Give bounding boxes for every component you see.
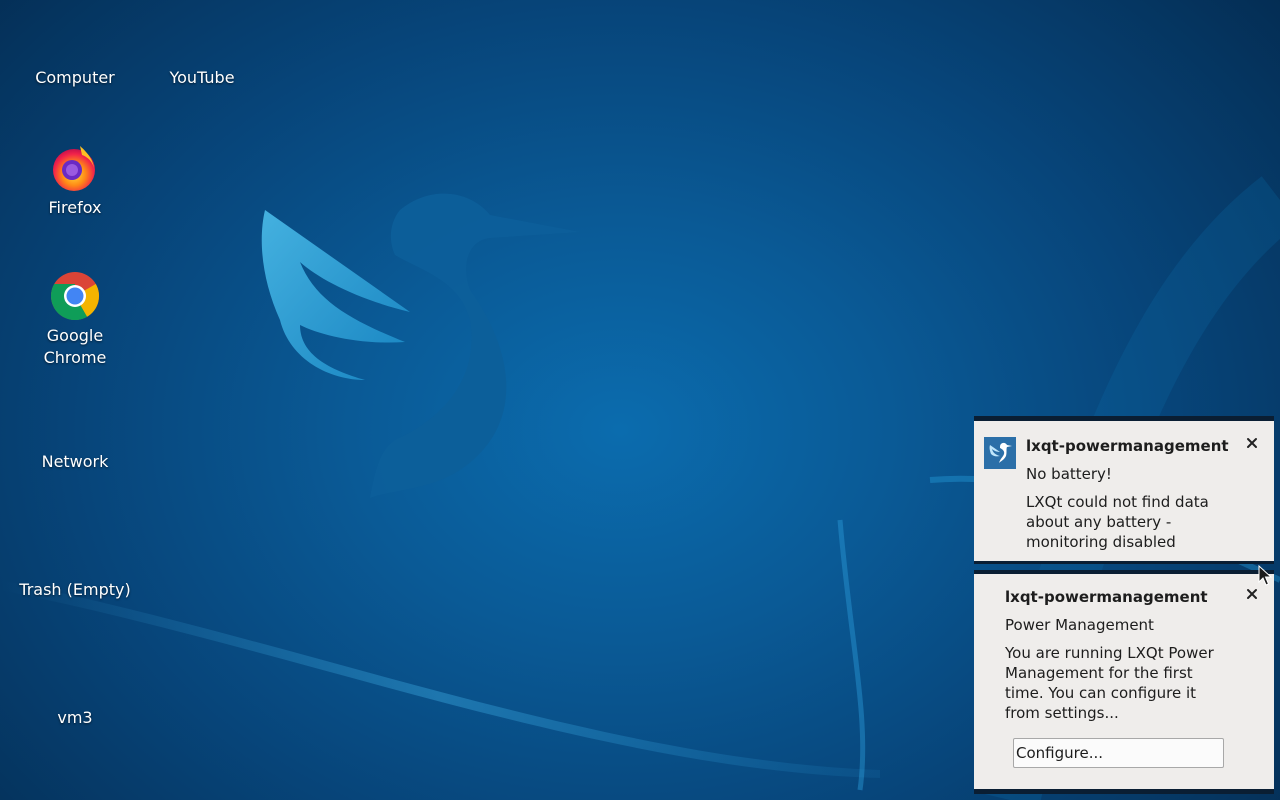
firefox-icon [53,146,95,191]
notification-app-name: lxqt-powermanagement [1005,588,1208,606]
close-icon[interactable] [1246,588,1258,600]
desktop-icon-label: Google Chrome [43,326,107,367]
mouse-pointer-icon [1258,565,1272,586]
chrome-icon [50,272,100,321]
desktop-icon-google-chrome[interactable]: Google Chrome [15,271,135,369]
notification-summary: Power Management [1005,616,1154,634]
desktop-icon-label: Network [41,452,109,471]
notification-no-battery: lxqt-powermanagement No battery! LXQt co… [974,416,1274,564]
notification-app-name: lxqt-powermanagement [1026,437,1229,455]
desktop-icon-label: Firefox [48,198,102,217]
desktop-icon-label: vm3 [57,708,93,727]
notification-summary: No battery! [1026,465,1112,483]
close-icon[interactable] [1246,437,1258,449]
desktop-icon-label: Computer [35,68,115,87]
desktop-icon-network[interactable]: Network [15,451,135,473]
desktop-icon-youtube[interactable]: YouTube [142,67,262,89]
lxqt-bird-icon [984,437,1016,469]
notification-body: You are running LXQt Power Management fo… [1005,644,1214,722]
desktop-icon-computer[interactable]: Computer [15,67,135,89]
notification-power-management: lxqt-powermanagement Power Management Yo… [974,570,1274,794]
desktop-icon-label: YouTube [169,68,235,87]
desktop-icon-label: Trash (Empty) [19,580,131,599]
configure-button[interactable]: Configure... [1013,738,1224,768]
desktop-icon-firefox[interactable]: Firefox [15,143,135,219]
desktop: Computer YouTube Firefox Google Chrome N… [0,0,1280,800]
desktop-icon-trash[interactable]: Trash (Empty) [15,579,135,601]
desktop-icon-vm3[interactable]: vm3 [15,707,135,729]
notification-body: LXQt could not find data about any batte… [1026,493,1209,551]
